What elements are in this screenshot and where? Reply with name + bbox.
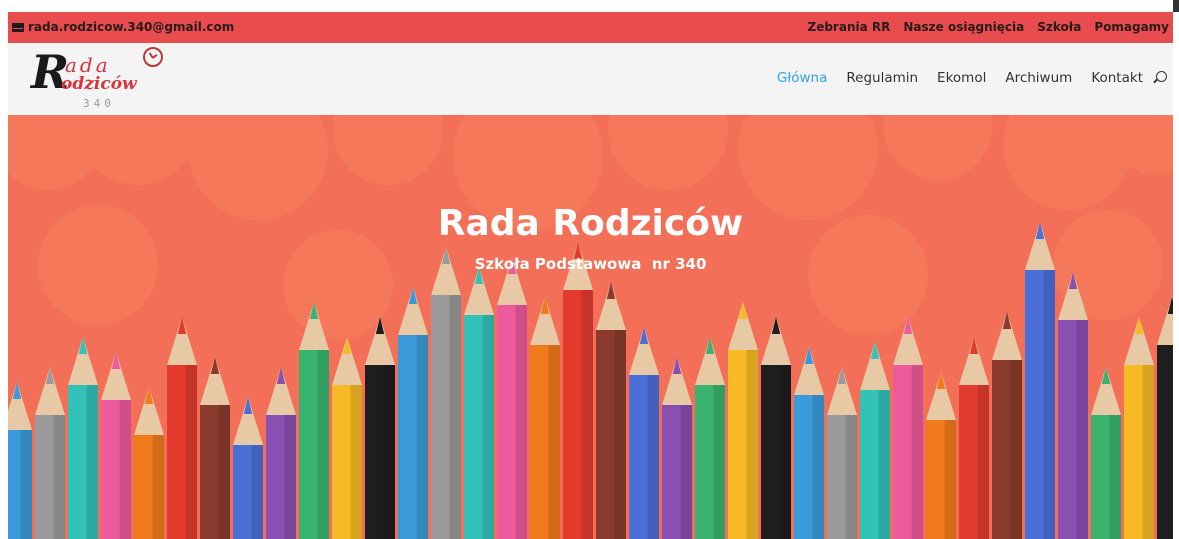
clock-icon <box>143 47 163 67</box>
pencil <box>596 282 626 539</box>
top-links: Zebrania RR Nasze osiągnięcia Szkoła Pom… <box>808 20 1170 34</box>
logo-number: 340 <box>83 97 115 110</box>
pencil <box>464 267 494 539</box>
hero-background <box>8 115 1173 539</box>
pencil <box>365 317 395 539</box>
pencil <box>992 312 1022 539</box>
pencil <box>332 337 362 539</box>
site-header: R ada odziców 340 Główna Regulamin Ekomo… <box>8 43 1173 115</box>
pencil <box>1157 297 1173 539</box>
main-nav: Główna Regulamin Ekomol Archiwum Kontakt <box>777 70 1167 86</box>
pencil <box>728 302 758 539</box>
pencil <box>8 382 32 539</box>
top-link-pomagamy[interactable]: Pomagamy <box>1094 20 1169 34</box>
hero-subtitle: Szkoła Podstawowa nr 340 <box>474 255 707 273</box>
hero-title: Rada Rodziców <box>437 203 744 244</box>
pencil <box>1058 272 1088 539</box>
pencil <box>134 387 164 539</box>
pencil <box>629 327 659 539</box>
pencil <box>233 397 263 539</box>
pencil <box>695 337 725 539</box>
envelope-icon <box>12 22 24 32</box>
nav-item-regulamin[interactable]: Regulamin <box>846 70 918 86</box>
hero-banner: Rada Rodziców Szkoła Podstawowa nr 340 <box>8 115 1173 539</box>
contact-email[interactable]: rada.rodzicow.340@gmail.com <box>12 20 234 34</box>
pencil <box>1091 367 1121 539</box>
pencil <box>266 367 296 539</box>
top-link-szkola[interactable]: Szkoła <box>1037 20 1081 34</box>
search-icon[interactable] <box>1156 71 1167 82</box>
nav-item-ekomol[interactable]: Ekomol <box>937 70 986 86</box>
pencil <box>1124 317 1154 539</box>
pencil <box>101 352 131 539</box>
pencil <box>398 287 428 539</box>
nav-item-glowna[interactable]: Główna <box>777 70 827 86</box>
pencil <box>563 242 593 539</box>
pencil <box>893 317 923 539</box>
pencil <box>662 357 692 539</box>
pencil <box>431 247 461 539</box>
top-link-osiagniecia[interactable]: Nasze osiągnięcia <box>903 20 1024 34</box>
pencil <box>299 302 329 539</box>
top-link-zebrania[interactable]: Zebrania RR <box>808 20 891 34</box>
pencil <box>926 372 956 539</box>
nav-item-kontakt[interactable]: Kontakt <box>1091 70 1143 86</box>
pencil <box>860 342 890 539</box>
pencil <box>761 317 791 539</box>
site-logo[interactable]: R ada odziców 340 <box>31 47 181 113</box>
pencil <box>827 367 857 539</box>
contact-email-text[interactable]: rada.rodzicow.340@gmail.com <box>28 20 234 34</box>
pencil <box>167 317 197 539</box>
logo-line2: odziców <box>61 74 137 94</box>
pencil <box>35 367 65 539</box>
top-bar: rada.rodzicow.340@gmail.com Zebrania RR … <box>8 12 1173 43</box>
pencil <box>794 347 824 539</box>
pencil <box>68 337 98 539</box>
corner-mark <box>1173 0 1179 12</box>
pencil-body <box>1157 345 1173 539</box>
nav-item-archiwum[interactable]: Archiwum <box>1005 70 1072 86</box>
pencil <box>200 357 230 539</box>
pencil <box>530 297 560 539</box>
pencil <box>497 257 527 539</box>
pencil <box>959 337 989 539</box>
